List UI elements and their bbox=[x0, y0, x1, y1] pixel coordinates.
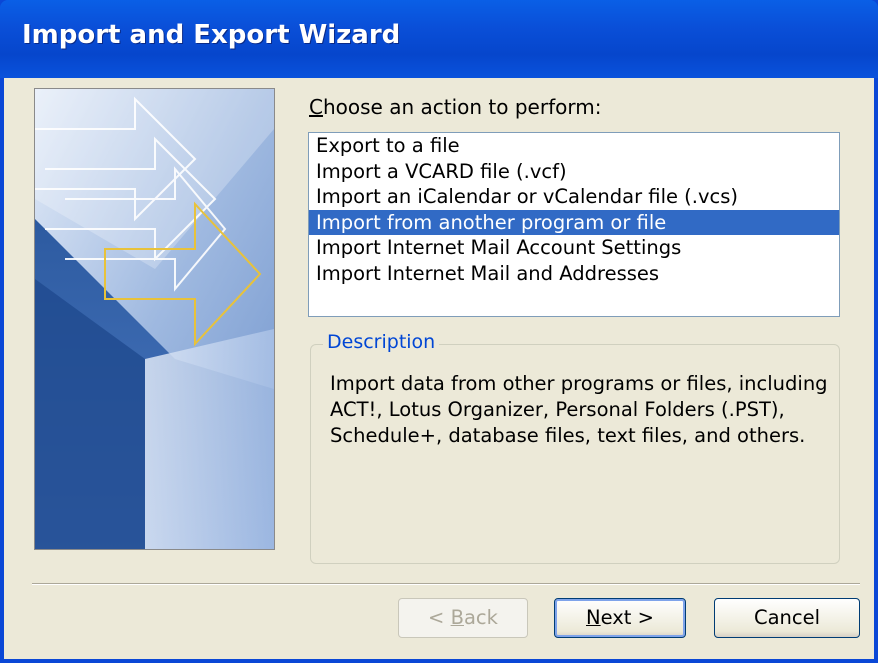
description-text: Import data from other programs or files… bbox=[330, 372, 828, 447]
wizard-window: Import and Export Wizard Choose an actio… bbox=[0, 0, 878, 663]
next-button[interactable]: Next > bbox=[554, 598, 686, 638]
prompt-text: hoose an action to perform: bbox=[322, 95, 602, 119]
dialog-body: Choose an action to perform: Export to a… bbox=[4, 78, 874, 659]
list-item-import-vcard[interactable]: Import a VCARD file (.vcf) bbox=[309, 159, 839, 185]
list-item-import-mail-settings[interactable]: Import Internet Mail Account Settings bbox=[309, 235, 839, 261]
back-button[interactable]: < Back bbox=[398, 598, 528, 638]
title-bar[interactable]: Import and Export Wizard bbox=[0, 0, 878, 78]
divider bbox=[32, 583, 860, 585]
cancel-button[interactable]: Cancel bbox=[714, 598, 860, 638]
back-prefix: < bbox=[428, 606, 451, 629]
description-group: Description Import data from other progr… bbox=[310, 331, 840, 564]
list-item-import-from-program[interactable]: Import from another program or file bbox=[309, 209, 839, 235]
action-prompt: Choose an action to perform: bbox=[309, 95, 601, 119]
list-item-export-to-file[interactable]: Export to a file bbox=[309, 133, 839, 159]
description-legend: Description bbox=[323, 331, 440, 353]
back-label: ack bbox=[463, 606, 498, 629]
list-item-import-mail-addresses[interactable]: Import Internet Mail and Addresses bbox=[309, 261, 839, 287]
arrow-banner-illustration-icon bbox=[35, 89, 274, 549]
back-accesskey: B bbox=[450, 606, 464, 629]
window-title: Import and Export Wizard bbox=[22, 20, 401, 50]
next-accesskey: N bbox=[586, 606, 601, 629]
list-item-import-icalendar[interactable]: Import an iCalendar or vCalendar file (.… bbox=[309, 184, 839, 210]
next-label: ext > bbox=[600, 606, 654, 629]
banner-graphic bbox=[34, 88, 275, 550]
prompt-accesskey: C bbox=[309, 95, 323, 119]
action-list[interactable]: Export to a file Import a VCARD file (.v… bbox=[308, 132, 840, 317]
